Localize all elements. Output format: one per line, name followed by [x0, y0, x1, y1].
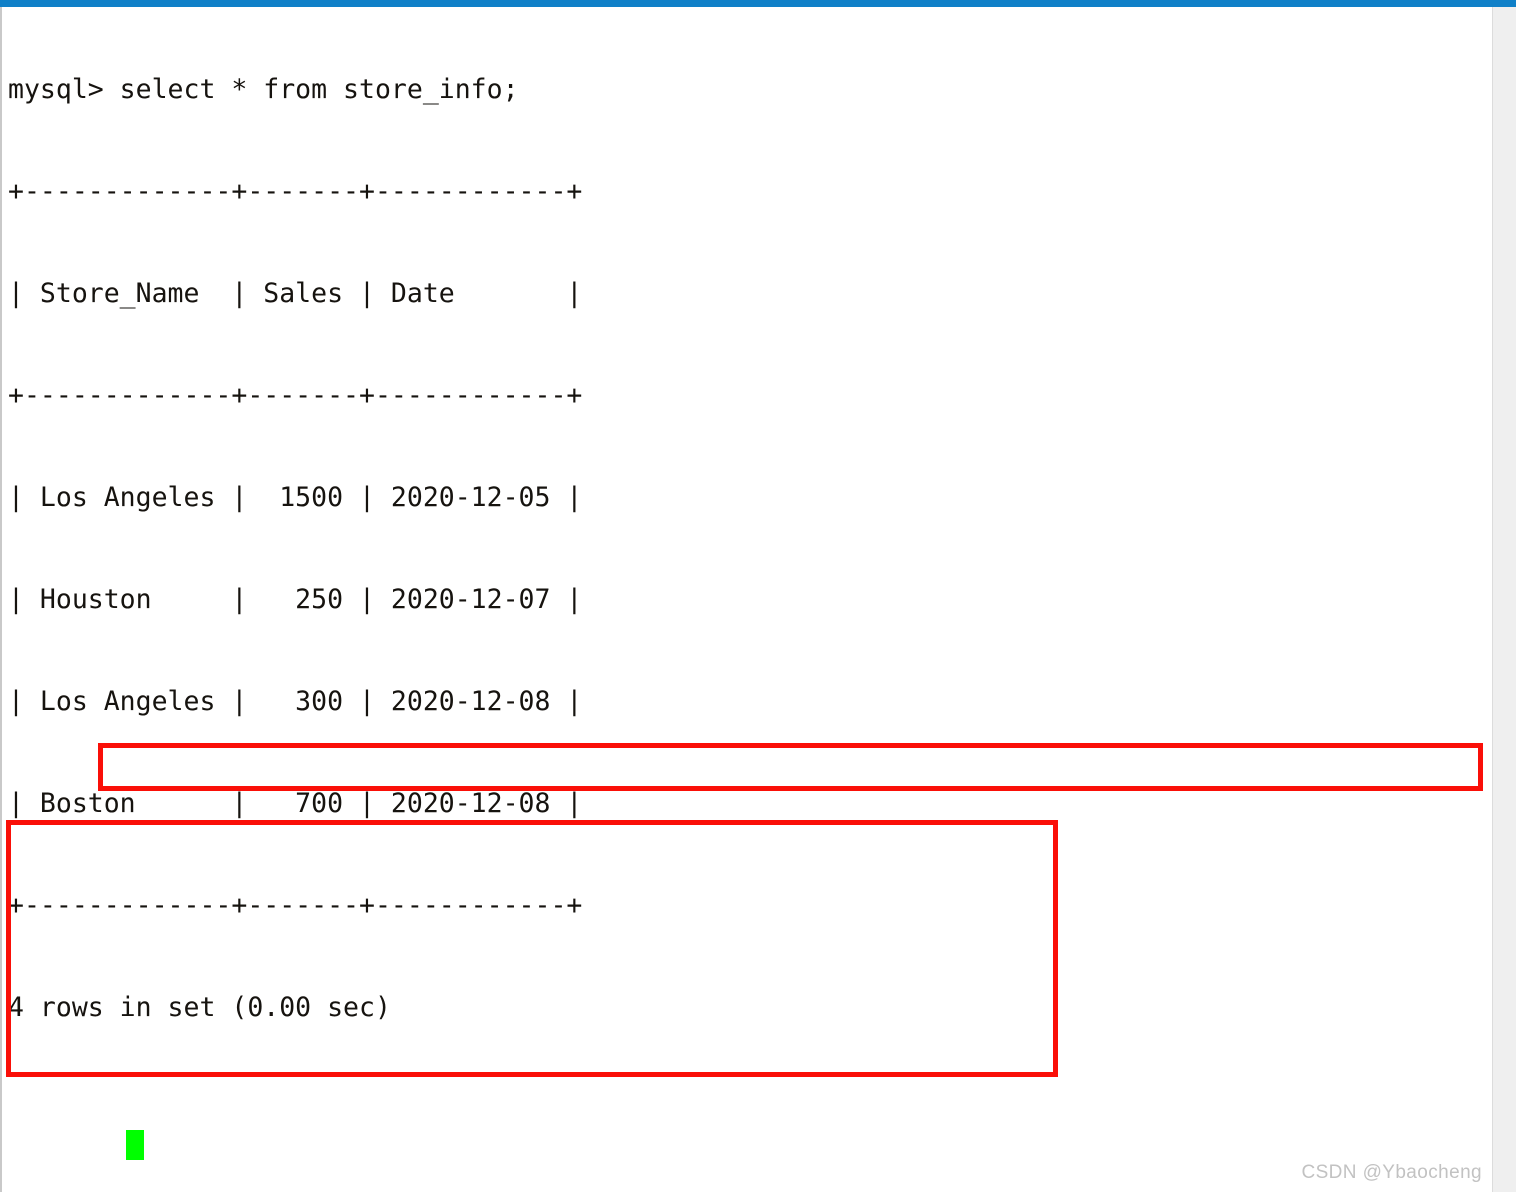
- terminal-line-prompt-1: mysql> select * from store_info;: [8, 74, 519, 105]
- terminal-screenshot: mysql> select * from store_info; +------…: [0, 0, 1516, 1192]
- table-row: | Los Angeles | 300 | 2020-12-08 |: [8, 686, 583, 717]
- table-row: | Boston | 700 | 2020-12-08 |: [8, 788, 583, 819]
- terminal-output[interactable]: mysql> select * from store_info; +------…: [8, 5, 1488, 1192]
- table-row: | Houston | 250 | 2020-12-07 |: [8, 584, 583, 615]
- text-cursor: [126, 1130, 144, 1160]
- terminal-line-rule: +-------------+-------+------------+: [8, 176, 583, 207]
- scrollbar-track[interactable]: [1492, 7, 1516, 1192]
- rows-in-set-footer: 4 rows in set (0.00 sec): [8, 992, 391, 1023]
- scrollbar-track-border: [1492, 7, 1493, 1192]
- terminal-line-rule: +-------------+-------+------------+: [8, 890, 583, 921]
- terminal-line-header: | Store_Name | Sales | Date |: [8, 278, 583, 309]
- page-left-edge: [0, 7, 2, 1192]
- terminal-line-rule: +-------------+-------+------------+: [8, 380, 583, 411]
- watermark: CSDN @Ybaocheng: [1301, 1162, 1482, 1183]
- table-row: | Los Angeles | 1500 | 2020-12-05 |: [8, 482, 583, 513]
